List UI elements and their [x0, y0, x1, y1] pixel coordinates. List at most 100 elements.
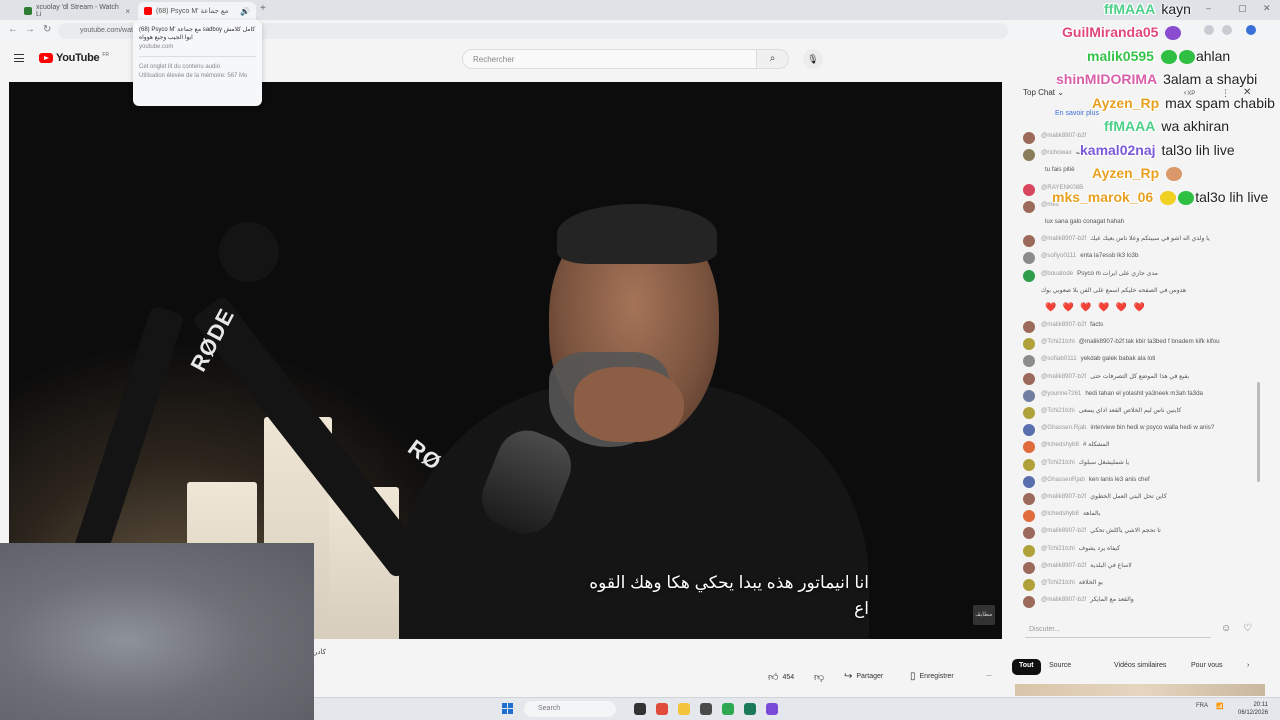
avatar[interactable] — [1023, 269, 1035, 282]
chat-author[interactable]: @yourine7261 — [1041, 390, 1081, 397]
avatar[interactable] — [1023, 458, 1035, 471]
avatar[interactable] — [1023, 252, 1035, 265]
avatar[interactable] — [1023, 303, 1035, 316]
chat-author[interactable]: @Tchi21tchi — [1041, 459, 1075, 466]
avatar[interactable] — [1023, 578, 1035, 591]
chat-author[interactable]: @malik8907-b2f — [1041, 373, 1086, 380]
chat-author[interactable]: @sofiab0111 — [1041, 355, 1077, 362]
chat-author[interactable]: @malik8907-b2f — [1041, 321, 1086, 328]
more-actions-button[interactable]: ... — [986, 671, 992, 678]
chevron-right-icon[interactable]: › — [1240, 659, 1256, 675]
wifi-icon[interactable]: 📶 — [1216, 703, 1223, 710]
taskbar-search[interactable]: Search — [524, 701, 616, 717]
chat-scrollbar[interactable] — [1257, 382, 1260, 482]
chat-author[interactable]: @Tchi21tchi — [1041, 579, 1075, 586]
avatar[interactable] — [1023, 510, 1035, 523]
avatar[interactable] — [1023, 544, 1035, 557]
chat-message: lux sana galo conagat hahah — [1023, 217, 1258, 230]
chat-author[interactable]: @malik8907-b2f — [1041, 527, 1086, 534]
video-settings-button[interactable]: مطابقـ — [973, 605, 995, 625]
back-icon[interactable]: ← — [8, 24, 18, 35]
chat-author[interactable]: @malik8907-b2f — [1041, 493, 1086, 500]
file-explorer-icon[interactable] — [678, 703, 690, 715]
overlay-message: Ayzen_Rp — [1092, 165, 1183, 182]
chat-author[interactable]: @Tchi21tchi — [1041, 407, 1075, 414]
avatar[interactable] — [1023, 321, 1035, 334]
language-indicator[interactable]: FRA — [1196, 703, 1208, 709]
avatar[interactable] — [1023, 424, 1035, 437]
heart-icon[interactable]: ♡ — [1243, 623, 1252, 634]
chat-author[interactable]: @malik8907-b2f — [1041, 562, 1086, 569]
avatar[interactable] — [1023, 183, 1035, 196]
new-tab-icon[interactable]: + — [260, 3, 266, 14]
chip-for-you[interactable]: Pour vous — [1184, 659, 1230, 675]
chat-author[interactable]: @Tchi21tchi — [1041, 545, 1075, 552]
chip-source[interactable]: Source — [1042, 659, 1078, 675]
chat-author[interactable]: @Ichedshyb8 — [1041, 510, 1079, 517]
chat-author[interactable]: @Ghassen.Rjab — [1041, 424, 1087, 431]
chat-input[interactable]: Discuter... — [1025, 622, 1211, 638]
subtitle-line: اع — [854, 599, 869, 618]
chat-author[interactable]: @malik8907-b2f — [1041, 596, 1086, 603]
chip-similar[interactable]: Vidéos similaires — [1107, 659, 1173, 675]
emoji-icon[interactable]: ☺ — [1221, 623, 1231, 634]
voice-search-button[interactable]: 🎙 — [803, 49, 823, 69]
save-button[interactable]: ▯ Enregistrer — [910, 671, 954, 682]
avatar[interactable] — [1023, 527, 1035, 540]
avatar[interactable] — [1023, 441, 1035, 454]
avatar[interactable] — [1023, 132, 1035, 144]
chat-author[interactable]: @bouatode — [1041, 270, 1073, 277]
chat-author[interactable]: @malik8907-b2f — [1041, 235, 1086, 242]
avatar[interactable] — [1023, 475, 1035, 488]
avatar[interactable] — [1023, 596, 1035, 609]
hover-card-memory: Utilisation élevée de la mémoire: 567 Mo — [139, 73, 248, 79]
avatar[interactable] — [1023, 338, 1035, 351]
emote-icon — [1160, 191, 1177, 206]
chat-message: @sofiab0111 yekdab galek babak ala loti — [1023, 355, 1258, 368]
chat-author[interactable]: @Tchi21tchi — [1041, 338, 1075, 345]
app-icon[interactable] — [766, 703, 778, 715]
chat-author[interactable]: @GhassenRjab — [1041, 476, 1085, 483]
avatar[interactable] — [1023, 561, 1035, 574]
start-icon[interactable] — [502, 703, 513, 714]
chat-text: ken lanis le3 anis chef — [1088, 475, 1150, 483]
forward-icon[interactable]: → — [25, 24, 35, 35]
avatar[interactable] — [1023, 355, 1035, 368]
dislike-button[interactable]: 👎︎ — [814, 671, 824, 683]
search-button[interactable]: ⌕ — [757, 49, 789, 69]
task-view-icon[interactable] — [634, 703, 646, 715]
search-input[interactable]: Rechercher — [462, 49, 757, 69]
chat-text: كاينين ناس ليم الخلاص القعد اداي يسعى — [1078, 407, 1182, 414]
avatar[interactable] — [1023, 286, 1035, 299]
like-button[interactable]: 👍︎ 454 — [768, 671, 794, 683]
youtube-logo[interactable]: YouTube FR — [39, 52, 109, 64]
avatar[interactable] — [1023, 217, 1035, 230]
reload-icon[interactable]: ↻ — [43, 24, 51, 35]
avatar[interactable] — [1023, 166, 1035, 179]
chat-author[interactable]: @Ichedshyb8 — [1041, 441, 1079, 448]
menu-icon[interactable] — [14, 54, 24, 62]
chat-text: يا ولدي اله اشو في سيبتكم وعلا ناس بعيك … — [1090, 235, 1210, 243]
avatar[interactable] — [1023, 149, 1035, 162]
browser-tab-2[interactable]: (68) Psyco M' مع جماعة 🔊 — [138, 2, 256, 20]
app-icon[interactable] — [722, 703, 734, 715]
avatar[interactable] — [1023, 492, 1035, 505]
avatar[interactable] — [1023, 235, 1035, 248]
chat-text: كيفاه يرد يشوف — [1078, 544, 1121, 552]
chip-all[interactable]: Tout — [1012, 659, 1041, 675]
chat-author[interactable]: @sofiyo0111 — [1041, 252, 1076, 259]
avatar[interactable] — [1023, 372, 1035, 385]
avatar[interactable] — [1023, 200, 1035, 213]
audio-icon[interactable]: 🔊 — [240, 7, 250, 16]
close-tab-icon[interactable]: × — [125, 7, 130, 16]
share-button[interactable]: ↪ Partager — [844, 671, 883, 682]
avatar[interactable] — [1023, 407, 1035, 419]
chrome-icon[interactable] — [656, 703, 668, 715]
app-icon[interactable] — [700, 703, 712, 715]
clock[interactable]: 20:11 06/12/2026 — [1238, 701, 1268, 717]
clock-date: 06/12/2026 — [1238, 710, 1269, 716]
app-icon[interactable] — [744, 703, 756, 715]
related-video-thumbnail[interactable] — [1015, 684, 1265, 696]
browser-tab-1[interactable]: xcuolay 'dl Stream - Watch Li × — [18, 2, 136, 20]
avatar[interactable] — [1023, 389, 1035, 402]
